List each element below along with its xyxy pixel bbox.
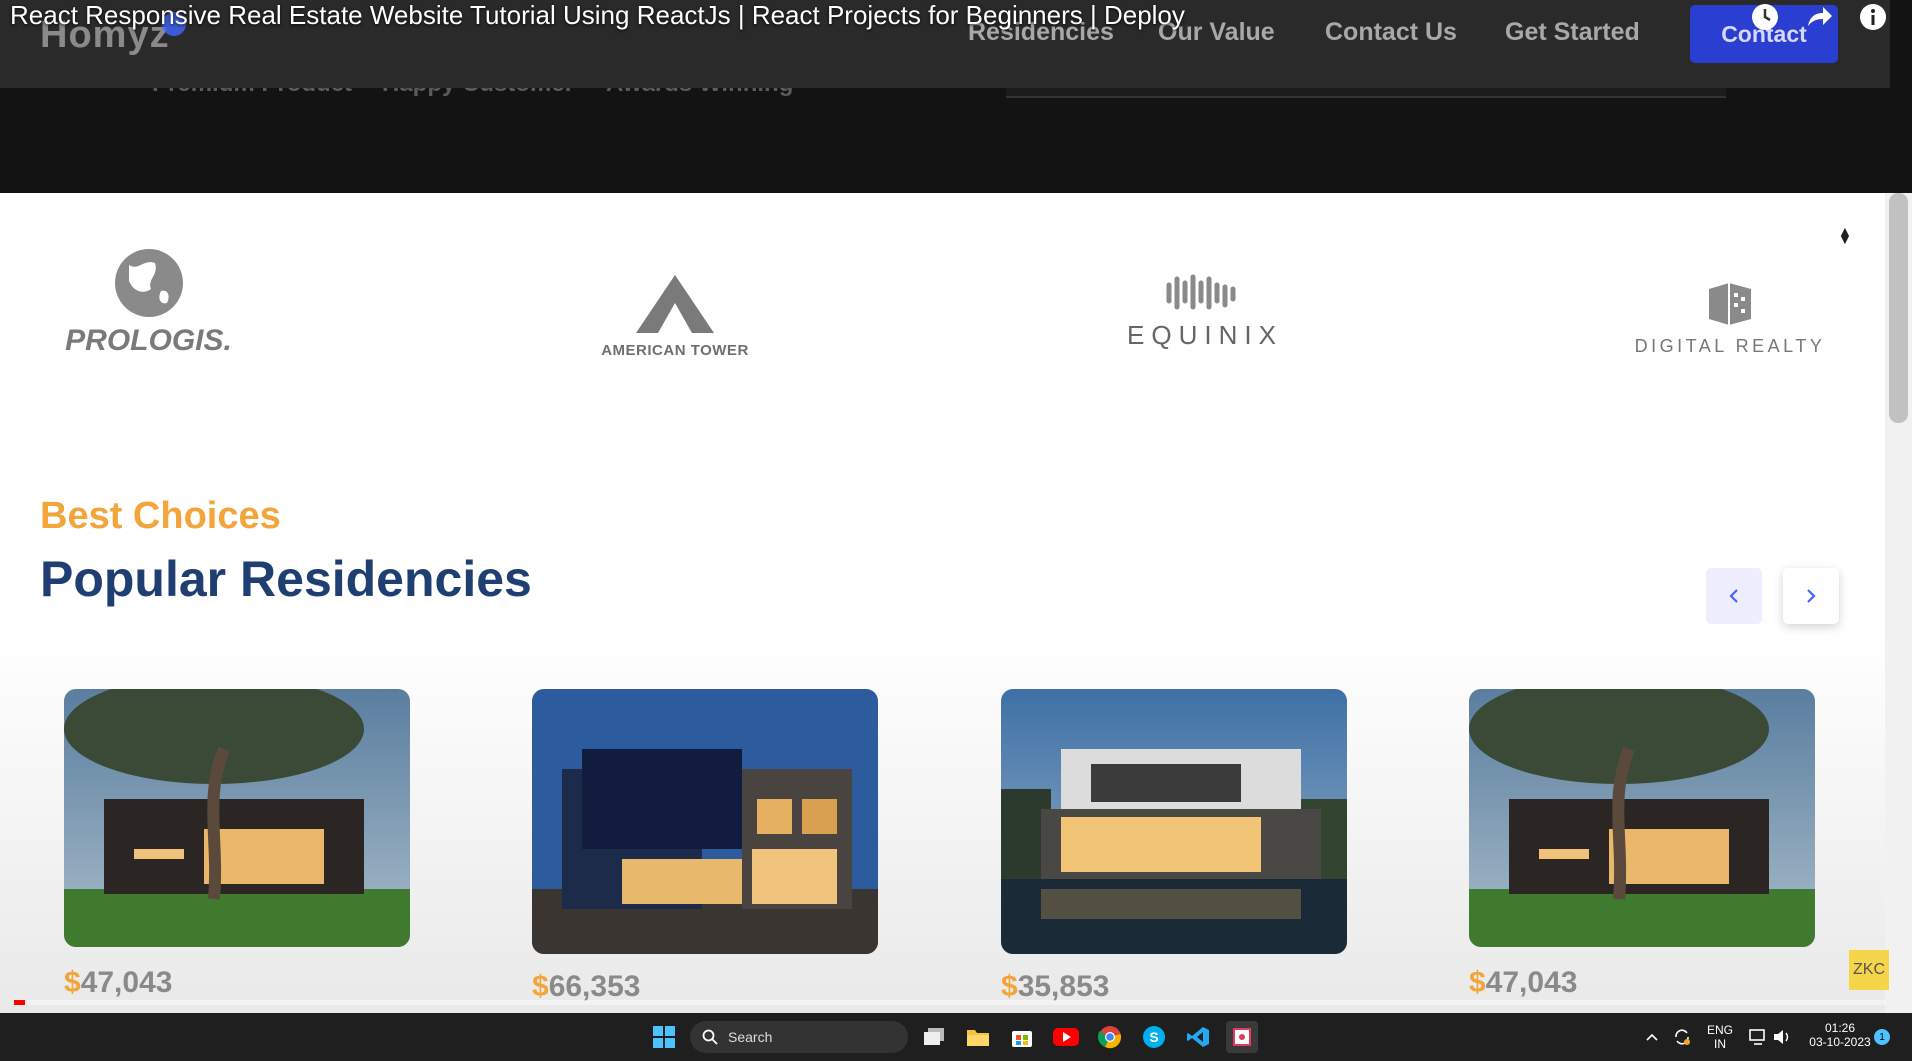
taskbar: Search S ENG IN 01:26 03-10-2023 1 xyxy=(0,1013,1912,1061)
chrome-icon[interactable] xyxy=(1094,1021,1126,1053)
taskbar-search[interactable]: Search xyxy=(690,1021,908,1053)
info-icon[interactable] xyxy=(1856,0,1890,34)
volume-icon[interactable] xyxy=(1766,1021,1798,1053)
show-hidden-icons-icon[interactable] xyxy=(1636,1021,1668,1053)
company-name: EQUINIX xyxy=(1127,320,1283,350)
search-icon xyxy=(702,1029,718,1045)
residency-image[interactable] xyxy=(1001,689,1347,954)
notification-badge[interactable]: 1 xyxy=(1874,1029,1890,1045)
prev-button[interactable] xyxy=(1706,568,1762,624)
video-frame[interactable]: Premium Product Happy Customer Awards Wi… xyxy=(0,0,1912,1013)
company-american-tower: AMERICAN TOWER xyxy=(570,273,780,359)
residency-image[interactable] xyxy=(64,689,410,947)
nav-link-get-started[interactable]: Get Started xyxy=(1505,18,1640,47)
video-progress-bar[interactable] xyxy=(14,1000,1886,1005)
windows-start-icon[interactable] xyxy=(648,1021,680,1053)
digital-realty-logo-icon xyxy=(1709,283,1751,325)
section-heading: Popular Residencies xyxy=(40,551,532,607)
residency-price: $35,853 xyxy=(1001,970,1110,1003)
company-name: AMERICAN TOWER xyxy=(601,342,749,359)
microsoft-store-icon[interactable] xyxy=(1006,1021,1038,1053)
vscode-icon[interactable] xyxy=(1182,1021,1214,1053)
svg-text:S: S xyxy=(1149,1029,1158,1045)
screen: Premium Product Happy Customer Awards Wi… xyxy=(0,0,1912,1061)
video-title[interactable]: React Responsive Real Estate Website Tut… xyxy=(10,0,1185,31)
sync-icon[interactable] xyxy=(1666,1021,1698,1053)
globe-icon xyxy=(114,249,183,317)
company-equinix: EQUINIX xyxy=(1110,271,1300,351)
residency-price: $47,043 xyxy=(1469,966,1578,999)
tower-logo-icon xyxy=(636,275,714,333)
section-eyebrow: Best Choices xyxy=(40,495,281,537)
next-button[interactable] xyxy=(1783,568,1839,624)
clock-time: 01:26 xyxy=(1824,1021,1856,1035)
residency-image[interactable] xyxy=(532,689,878,954)
residency-price: $47,043 xyxy=(64,966,173,999)
clock-date: 03-10-2023 xyxy=(1809,1035,1871,1049)
company-digital-realty: DIGITAL REALTY xyxy=(1620,281,1840,357)
task-view-icon[interactable] xyxy=(918,1021,950,1053)
skype-icon[interactable]: S xyxy=(1138,1021,1170,1053)
file-explorer-icon[interactable] xyxy=(962,1021,994,1053)
company-name: DIGITAL REALTY xyxy=(1634,336,1826,356)
watch-later-icon[interactable] xyxy=(1748,0,1782,34)
region-code: IN xyxy=(1714,1037,1726,1051)
equinix-logo-icon xyxy=(1166,274,1236,310)
share-icon[interactable] xyxy=(1802,0,1836,34)
youtube-icon[interactable] xyxy=(1050,1021,1082,1053)
snipping-tool-icon[interactable] xyxy=(1226,1021,1258,1053)
scrollbar-thumb[interactable] xyxy=(1889,193,1908,423)
chevron-left-icon xyxy=(1729,589,1738,603)
input-language[interactable]: ENG IN xyxy=(1704,1023,1736,1051)
video-progress-fill xyxy=(14,1000,26,1005)
watermark-badge: ZKC xyxy=(1849,950,1889,990)
nav-link-contact-us[interactable]: Contact Us xyxy=(1325,18,1457,47)
clock[interactable]: 01:26 03-10-2023 xyxy=(1798,1021,1882,1049)
residency-image[interactable] xyxy=(1469,689,1815,947)
companies-section: PROLOGIS. AMERICAN TOWER EQUINIX DIGITAL… xyxy=(0,193,1885,443)
residency-price: $66,353 xyxy=(532,970,641,1003)
language-code: ENG xyxy=(1706,1023,1733,1037)
chevron-right-icon xyxy=(1807,589,1816,603)
sort-toggle-icon[interactable]: ▲ ▼ xyxy=(1838,224,1852,246)
company-name: PROLOGIS. xyxy=(65,324,232,357)
company-prologis: PROLOGIS. xyxy=(46,245,251,358)
search-placeholder: Search xyxy=(728,1029,773,1045)
